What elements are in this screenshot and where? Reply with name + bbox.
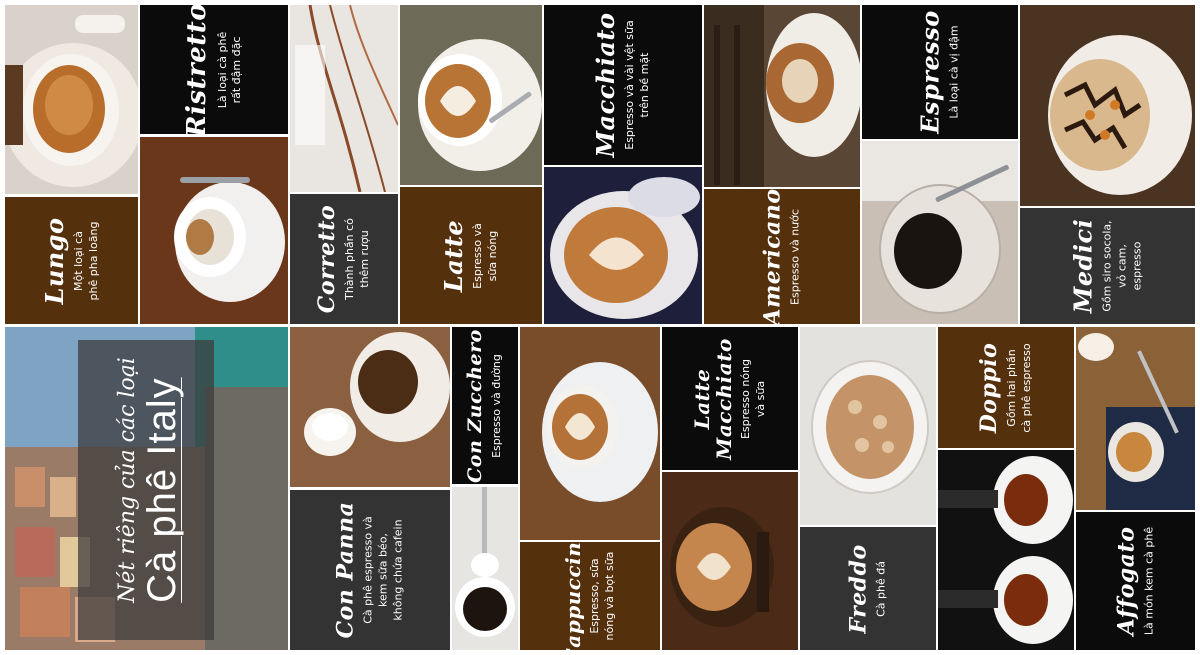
hero-heading: Nét riêng của các loại Cà phê Italy [115, 357, 185, 603]
corretto-card: Corretto Thành phần có thêm rượu [290, 194, 398, 324]
hero-title: Cà phê Italy [140, 377, 184, 603]
latte-macchiato-desc: Espresso nóng và sữa [739, 358, 767, 439]
cappuccino-desc: Espresso, sữa nóng và bọt sữa [588, 551, 616, 641]
latte-macchiato-name: Latte Macchiato [690, 337, 737, 460]
freddo-name: Freddo [845, 543, 872, 634]
espresso-name: Espresso [915, 10, 945, 134]
latte-photo [400, 5, 542, 185]
cappuccino-name: Cappuccino [561, 542, 586, 650]
corretto-name: Corretto [314, 204, 341, 314]
lungo-name: Lungo [39, 216, 69, 305]
affogato-desc: Là món kem cà phê [1142, 526, 1156, 636]
con-zucchero-card: Con Zucchero Espresso và đường [452, 327, 518, 484]
macchiato-desc: Espresso và vài vệt sữa trên bề mặt [623, 20, 652, 150]
medici-photo [1020, 5, 1195, 206]
doppio-card: Doppio Gồm hai phần cà phê espresso [938, 327, 1074, 448]
lungo-photo [5, 5, 138, 194]
coffee-collage: Ristretto Là loại cà phê rất đậm đặc Lun… [0, 0, 1200, 655]
medici-card: Medici Gồm siro socola, vỏ cam, espresso [1020, 208, 1195, 324]
hero-subtitle: Nét riêng của các loại [115, 357, 140, 603]
con-zucchero-photo [452, 487, 518, 650]
corretto-photo [290, 5, 398, 192]
americano-photo [704, 5, 860, 187]
americano-name: Americano [759, 189, 786, 324]
espresso-card: Espresso Là loại cà vị đậm [862, 5, 1018, 139]
latte-macchiato-card: Latte Macchiato Espresso nóng và sữa [662, 327, 798, 470]
latte-desc: Espresso và sữa nóng [471, 222, 500, 289]
doppio-photo [938, 450, 1074, 650]
espresso-photo [862, 141, 1018, 324]
freddo-card: Freddo Cà phê đá [800, 527, 936, 650]
con-panna-card: Con Panna Cà phê espresso và kem sữa béo… [290, 490, 450, 650]
macchiato-name: Macchiato [590, 12, 620, 158]
latte-macchiato-photo [662, 472, 798, 650]
con-zucchero-name: Con Zucchero [464, 328, 487, 483]
latte-card: Latte Espresso và sữa nóng [400, 187, 542, 324]
latte-name: Latte [438, 219, 468, 292]
espresso-desc: Là loại cà vị đậm [947, 25, 961, 119]
americano-card: Americano Espresso và nước [704, 189, 860, 324]
doppio-desc: Gồm hai phần cà phê espresso [1005, 342, 1034, 433]
ristretto-desc: Là loại cà phê rất đậm đặc [215, 31, 244, 108]
medici-name: Medici [1068, 218, 1098, 314]
ristretto-photo [140, 137, 288, 324]
americano-desc: Espresso và nước [788, 208, 802, 305]
corretto-desc: Thành phần có thêm rượu [343, 218, 372, 300]
cappuccino-photo [520, 327, 660, 540]
con-panna-desc: Cà phê espresso và kem sữa béo, không ch… [361, 516, 405, 624]
freddo-photo [800, 327, 936, 525]
con-panna-photo [290, 327, 450, 487]
lungo-card: Lungo Một loại cà phê pha loãng [5, 197, 138, 324]
macchiato-photo [544, 167, 702, 324]
con-zucchero-desc: Espresso và đường [490, 353, 504, 458]
macchiato-card: Macchiato Espresso và vài vệt sữa trên b… [544, 5, 702, 165]
lungo-desc: Một loại cà phê pha loãng [71, 221, 100, 300]
freddo-desc: Cà phê đá [874, 560, 888, 617]
affogato-name: Affogato [1112, 526, 1139, 636]
doppio-name: Doppio [976, 342, 1003, 433]
affogato-card: Affogato Là món kem cà phê [1076, 512, 1195, 650]
cappuccino-card: Cappuccino Espresso, sữa nóng và bọt sữa [520, 542, 660, 650]
ristretto-name: Ristretto [181, 5, 212, 134]
medici-desc: Gồm siro socola, vỏ cam, espresso [1100, 220, 1144, 312]
ristretto-card: Ristretto Là loại cà phê rất đậm đặc [140, 5, 288, 134]
con-panna-name: Con Panna [332, 501, 359, 639]
affogato-photo [1076, 327, 1195, 510]
